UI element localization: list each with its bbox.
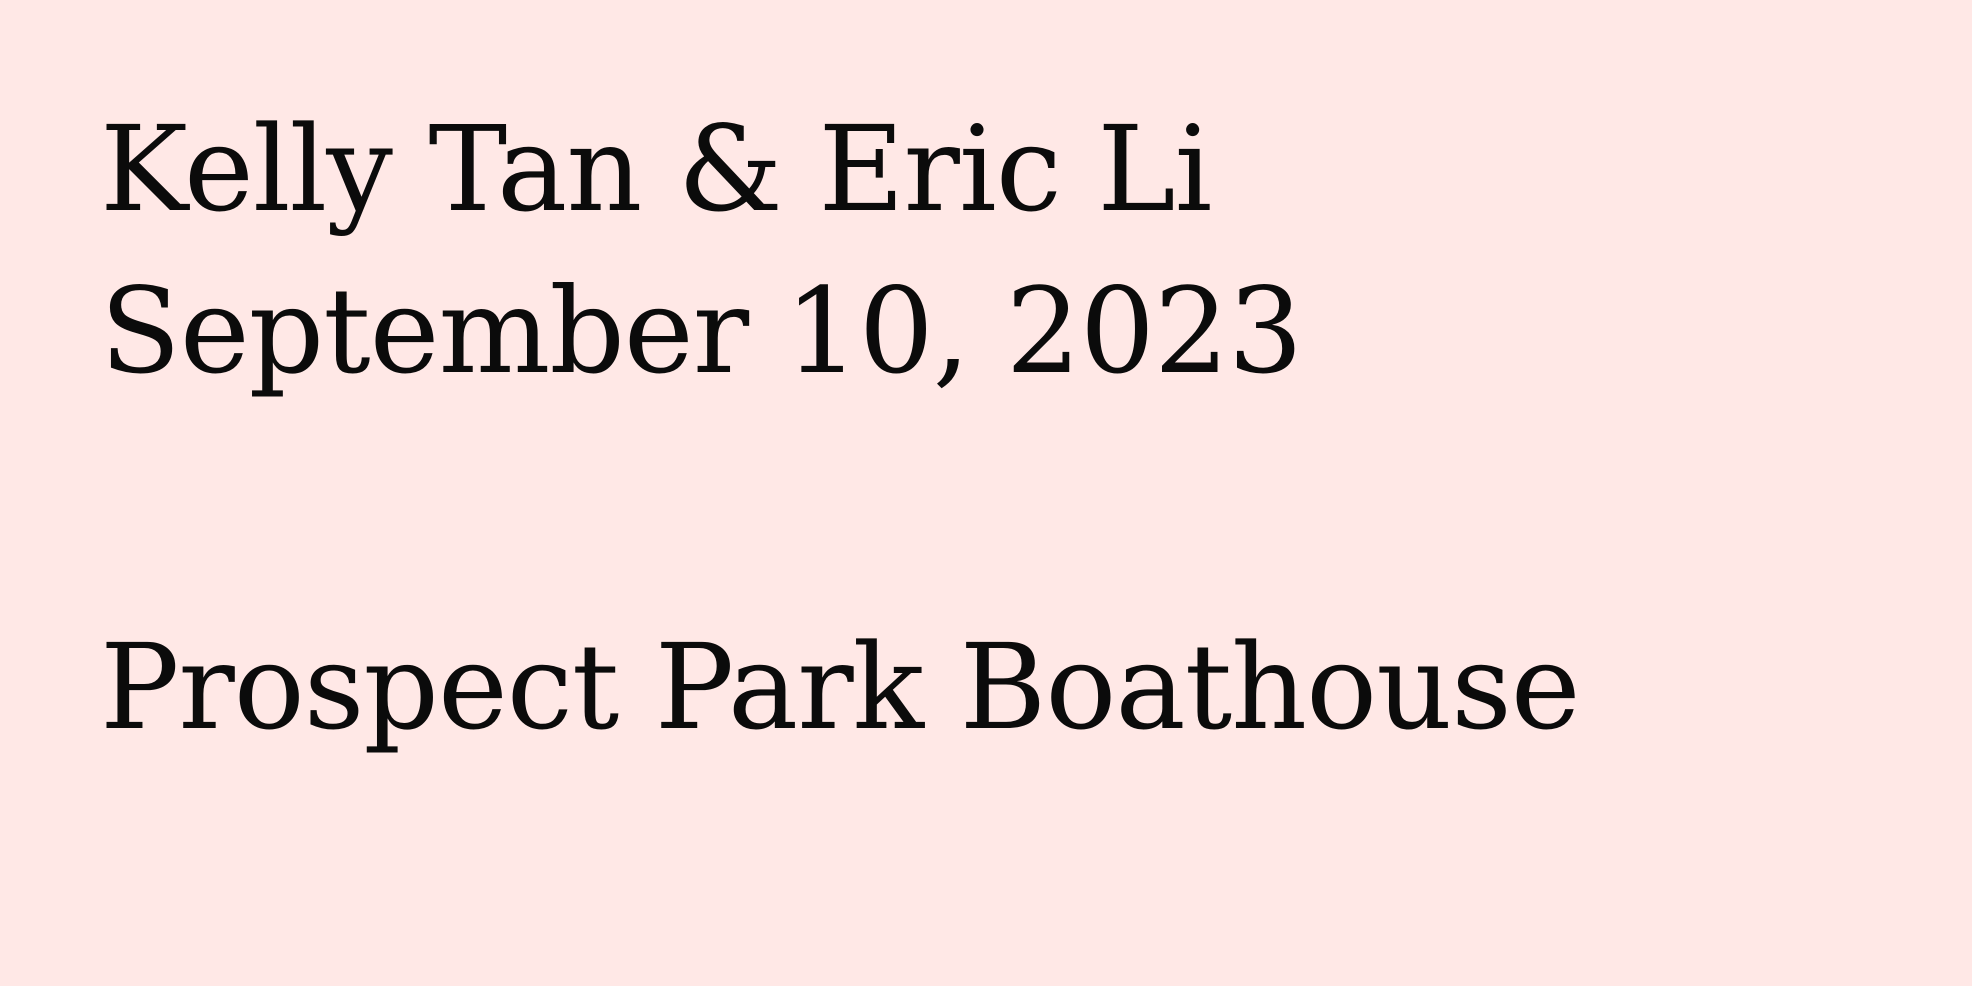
invitation-card: Kelly Tan & Eric Li September 10, 2023 P… — [100, 88, 1912, 768]
event-venue: Prospect Park Boathouse — [100, 618, 1581, 756]
couple-names: Kelly Tan & Eric Li — [100, 100, 1212, 238]
event-date: September 10, 2023 — [100, 262, 1303, 400]
